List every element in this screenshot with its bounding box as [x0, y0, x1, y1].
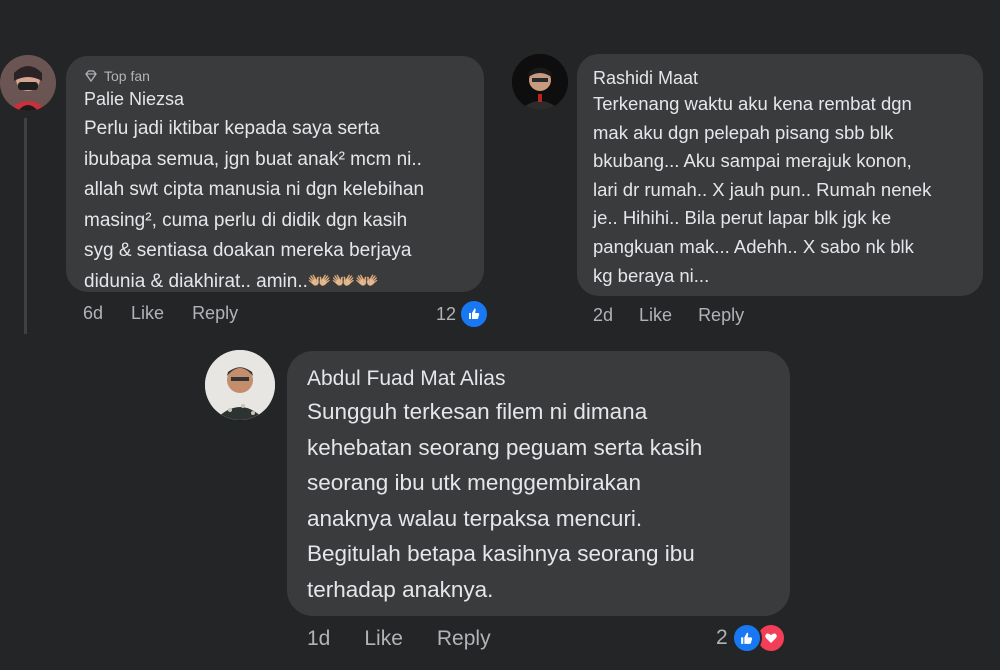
comment-text: Terkenang waktu aku kena rembat dgn mak … — [593, 90, 931, 290]
reply-button[interactable]: Reply — [192, 303, 238, 324]
comment-line: Terkenang waktu aku kena rembat dgn — [593, 93, 912, 114]
diamond-icon — [84, 69, 98, 83]
like-icon — [459, 299, 490, 329]
comment-line: lari dr rumah.. X jauh pun.. Rumah nenek — [593, 178, 932, 200]
comment-line: masing², cuma perlu di didik dgn kasih — [84, 209, 408, 231]
comment-line: Perlu jadi iktibar kepada saya serta — [84, 118, 380, 139]
comment-actions: 2d Like Reply — [593, 305, 744, 326]
comment-line: kehebatan seorang peguam serta kasih — [307, 434, 703, 460]
reaction-summary[interactable]: 2 — [716, 623, 786, 653]
reaction-count: 2 — [716, 626, 728, 649]
comment-line: bkubang... Aku sampai merajuk konon, — [593, 150, 912, 172]
comment-line: syg & sentiasa doakan mereka berjaya — [84, 240, 412, 261]
reply-button[interactable]: Reply — [437, 627, 491, 651]
comment-line: seorang ibu utk menggembirakan — [307, 470, 641, 495]
thread-line — [24, 118, 27, 334]
avatar[interactable] — [205, 350, 275, 420]
comment-text: Sungguh terkesan filem ni dimana kehebat… — [307, 394, 702, 607]
comment-line: didunia & diakhirat.. amin..👐🏼👐🏼👐🏼 — [84, 270, 379, 292]
comment-text: Perlu jadi iktibar kepada saya serta ibu… — [84, 114, 424, 297]
like-button[interactable]: Like — [131, 303, 164, 324]
comment-line: je.. Hihihi.. Bila perut lapar blk jgk k… — [593, 207, 892, 229]
like-icon — [731, 623, 762, 653]
comment-line: kg beraya ni... — [593, 264, 710, 286]
like-button[interactable]: Like — [639, 305, 672, 326]
timestamp[interactable]: 1d — [307, 627, 330, 651]
like-button[interactable]: Like — [364, 627, 403, 651]
reaction-count: 12 — [436, 303, 457, 324]
commenter-name[interactable]: Abdul Fuad Mat Alias — [307, 367, 505, 391]
avatar[interactable] — [512, 54, 568, 110]
reply-button[interactable]: Reply — [698, 305, 744, 326]
comment-line: terhadap anaknya. — [307, 576, 494, 602]
badge-label: Top fan — [104, 68, 150, 84]
comment-line: anaknya walau terpaksa mencuri. — [307, 505, 643, 531]
comment-line: Sungguh terkesan filem ni dimana — [307, 399, 648, 424]
comment-actions: 1d Like Reply — [307, 627, 491, 651]
comment-actions: 6d Like Reply — [83, 303, 238, 324]
timestamp[interactable]: 6d — [83, 303, 103, 324]
reaction-summary[interactable]: 12 — [436, 299, 490, 329]
comment-line: pangkuan mak... Adehh.. X sabo nk blk — [593, 235, 914, 257]
commenter-name[interactable]: Palie Niezsa — [84, 89, 184, 110]
comment-line: allah swt cipta manusia ni dgn kelebihan — [84, 179, 425, 200]
comment-line: ibubapa semua, jgn buat anak² mcm ni.. — [84, 148, 422, 170]
comment-line: mak aku dgn pelepah pisang sbb blk — [593, 121, 894, 143]
top-fan-badge: Top fan — [84, 68, 150, 84]
timestamp[interactable]: 2d — [593, 305, 613, 326]
comment-line: Begitulah betapa kasihnya seorang ibu — [307, 541, 695, 566]
commenter-name[interactable]: Rashidi Maat — [593, 68, 698, 89]
avatar[interactable] — [0, 55, 56, 111]
